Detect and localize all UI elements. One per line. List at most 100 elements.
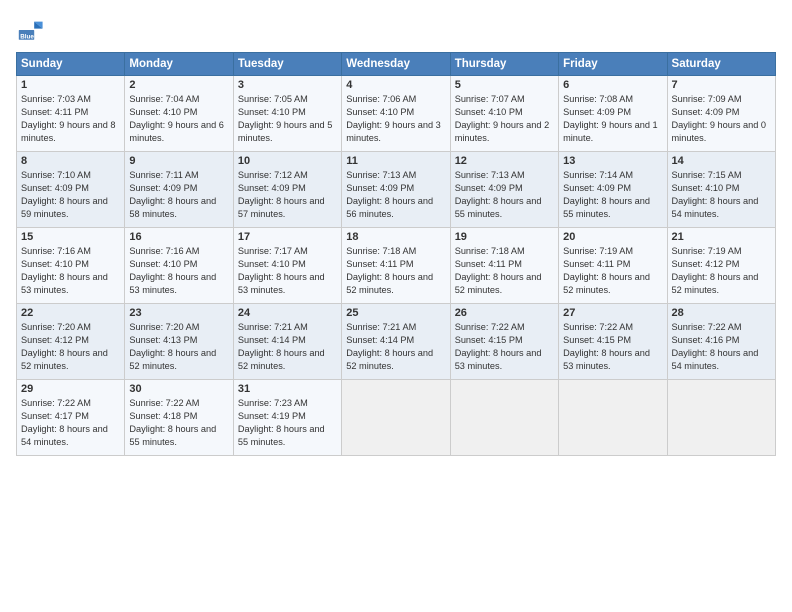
- calendar-cell: 30Sunrise: 7:22 AMSunset: 4:18 PMDayligh…: [125, 380, 233, 456]
- day-number: 19: [455, 231, 554, 243]
- calendar-cell: 13 Sunrise: 7:14 AMSunset: 4:09 PMDayligh…: [559, 152, 667, 228]
- calendar-cell: 15 Sunrise: 7:16 AMSunset: 4:10 PMDayligh…: [17, 228, 125, 304]
- calendar-cell: 4 Sunrise: 7:06 AMSunset: 4:10 PMDaylight…: [342, 76, 450, 152]
- col-header-wednesday: Wednesday: [342, 53, 450, 76]
- cell-content: Sunrise: 7:04 AMSunset: 4:10 PMDaylight:…: [129, 94, 224, 143]
- calendar-cell: 2 Sunrise: 7:04 AMSunset: 4:10 PMDaylight…: [125, 76, 233, 152]
- cell-content: Sunrise: 7:06 AMSunset: 4:10 PMDaylight:…: [346, 94, 441, 143]
- cell-content: Sunrise: 7:22 AMSunset: 4:16 PMDaylight:…: [672, 322, 759, 371]
- calendar-table: SundayMondayTuesdayWednesdayThursdayFrid…: [16, 52, 776, 456]
- cell-content: Sunrise: 7:18 AMSunset: 4:11 PMDaylight:…: [455, 246, 542, 295]
- calendar-cell: 17 Sunrise: 7:17 AMSunset: 4:10 PMDayligh…: [233, 228, 341, 304]
- calendar-cell: 31 Sunrise: 7:23 AMSunset: 4:19 PMDayligh…: [233, 380, 341, 456]
- week-row-3: 15 Sunrise: 7:16 AMSunset: 4:10 PMDayligh…: [17, 228, 776, 304]
- calendar-cell: 25 Sunrise: 7:21 AMSunset: 4:14 PMDayligh…: [342, 304, 450, 380]
- day-number: 13: [563, 155, 662, 167]
- calendar-cell: 5 Sunrise: 7:07 AMSunset: 4:10 PMDaylight…: [450, 76, 558, 152]
- day-number: 8: [21, 155, 120, 167]
- calendar-cell: 9 Sunrise: 7:11 AMSunset: 4:09 PMDaylight…: [125, 152, 233, 228]
- calendar-cell: 29 Sunrise: 7:22 AMSunset: 4:17 PMDayligh…: [17, 380, 125, 456]
- day-number: 27: [563, 307, 662, 319]
- logo: Blue: [16, 16, 48, 44]
- day-number: 14: [672, 155, 771, 167]
- day-number: 7: [672, 79, 771, 91]
- cell-content: Sunrise: 7:22 AMSunset: 4:15 PMDaylight:…: [455, 322, 542, 371]
- day-number: 10: [238, 155, 337, 167]
- day-number: 15: [21, 231, 120, 243]
- day-number: 20: [563, 231, 662, 243]
- day-number: 26: [455, 307, 554, 319]
- day-number: 21: [672, 231, 771, 243]
- day-number: 17: [238, 231, 337, 243]
- logo-icon: Blue: [16, 16, 44, 44]
- day-number: 2: [129, 79, 228, 91]
- calendar-cell: 20 Sunrise: 7:19 AMSunset: 4:11 PMDayligh…: [559, 228, 667, 304]
- day-number: 18: [346, 231, 445, 243]
- col-header-tuesday: Tuesday: [233, 53, 341, 76]
- cell-content: Sunrise: 7:18 AMSunset: 4:11 PMDaylight:…: [346, 246, 433, 295]
- day-number: 31: [238, 383, 337, 395]
- week-row-5: 29 Sunrise: 7:22 AMSunset: 4:17 PMDayligh…: [17, 380, 776, 456]
- calendar-cell: 28 Sunrise: 7:22 AMSunset: 4:16 PMDayligh…: [667, 304, 775, 380]
- day-number: 28: [672, 307, 771, 319]
- calendar-cell: 21 Sunrise: 7:19 AMSunset: 4:12 PMDayligh…: [667, 228, 775, 304]
- calendar-cell: 12Sunrise: 7:13 AMSunset: 4:09 PMDayligh…: [450, 152, 558, 228]
- col-header-thursday: Thursday: [450, 53, 558, 76]
- calendar-cell: 6Sunrise: 7:08 AMSunset: 4:09 PMDaylight…: [559, 76, 667, 152]
- calendar-cell: 19 Sunrise: 7:18 AMSunset: 4:11 PMDayligh…: [450, 228, 558, 304]
- cell-content: Sunrise: 7:21 AMSunset: 4:14 PMDaylight:…: [346, 322, 433, 371]
- calendar-cell: 8Sunrise: 7:10 AMSunset: 4:09 PMDaylight…: [17, 152, 125, 228]
- cell-content: Sunrise: 7:13 AMSunset: 4:09 PMDaylight:…: [455, 170, 542, 219]
- cell-content: Sunrise: 7:14 AMSunset: 4:09 PMDaylight:…: [563, 170, 650, 219]
- cell-content: Sunrise: 7:22 AMSunset: 4:17 PMDaylight:…: [21, 398, 108, 447]
- cell-content: Sunrise: 7:20 AMSunset: 4:12 PMDaylight:…: [21, 322, 108, 371]
- day-number: 24: [238, 307, 337, 319]
- day-number: 23: [129, 307, 228, 319]
- calendar-cell: 3Sunrise: 7:05 AMSunset: 4:10 PMDaylight…: [233, 76, 341, 152]
- cell-content: Sunrise: 7:03 AMSunset: 4:11 PMDaylight:…: [21, 94, 116, 143]
- calendar-cell: [450, 380, 558, 456]
- col-header-saturday: Saturday: [667, 53, 775, 76]
- calendar-cell: [559, 380, 667, 456]
- calendar-cell: [667, 380, 775, 456]
- header-row: SundayMondayTuesdayWednesdayThursdayFrid…: [17, 53, 776, 76]
- cell-content: Sunrise: 7:22 AMSunset: 4:15 PMDaylight:…: [563, 322, 650, 371]
- calendar-cell: 1 Sunrise: 7:03 AMSunset: 4:11 PMDaylight…: [17, 76, 125, 152]
- cell-content: Sunrise: 7:07 AMSunset: 4:10 PMDaylight:…: [455, 94, 550, 143]
- calendar-cell: 10Sunrise: 7:12 AMSunset: 4:09 PMDayligh…: [233, 152, 341, 228]
- cell-content: Sunrise: 7:16 AMSunset: 4:10 PMDaylight:…: [129, 246, 216, 295]
- col-header-friday: Friday: [559, 53, 667, 76]
- cell-content: Sunrise: 7:20 AMSunset: 4:13 PMDaylight:…: [129, 322, 216, 371]
- day-number: 5: [455, 79, 554, 91]
- calendar-cell: 16Sunrise: 7:16 AMSunset: 4:10 PMDayligh…: [125, 228, 233, 304]
- calendar-cell: 7 Sunrise: 7:09 AMSunset: 4:09 PMDaylight…: [667, 76, 775, 152]
- calendar-cell: 27 Sunrise: 7:22 AMSunset: 4:15 PMDayligh…: [559, 304, 667, 380]
- cell-content: Sunrise: 7:16 AMSunset: 4:10 PMDaylight:…: [21, 246, 108, 295]
- week-row-2: 8Sunrise: 7:10 AMSunset: 4:09 PMDaylight…: [17, 152, 776, 228]
- cell-content: Sunrise: 7:23 AMSunset: 4:19 PMDaylight:…: [238, 398, 325, 447]
- cell-content: Sunrise: 7:08 AMSunset: 4:09 PMDaylight:…: [563, 94, 658, 143]
- cell-content: Sunrise: 7:09 AMSunset: 4:09 PMDaylight:…: [672, 94, 767, 143]
- cell-content: Sunrise: 7:13 AMSunset: 4:09 PMDaylight:…: [346, 170, 433, 219]
- day-number: 11: [346, 155, 445, 167]
- day-number: 4: [346, 79, 445, 91]
- week-row-4: 22 Sunrise: 7:20 AMSunset: 4:12 PMDayligh…: [17, 304, 776, 380]
- day-number: 9: [129, 155, 228, 167]
- day-number: 22: [21, 307, 120, 319]
- cell-content: Sunrise: 7:19 AMSunset: 4:11 PMDaylight:…: [563, 246, 650, 295]
- calendar-cell: 26 Sunrise: 7:22 AMSunset: 4:15 PMDayligh…: [450, 304, 558, 380]
- cell-content: Sunrise: 7:17 AMSunset: 4:10 PMDaylight:…: [238, 246, 325, 295]
- day-number: 29: [21, 383, 120, 395]
- calendar-cell: 23 Sunrise: 7:20 AMSunset: 4:13 PMDayligh…: [125, 304, 233, 380]
- day-number: 1: [21, 79, 120, 91]
- calendar-cell: [342, 380, 450, 456]
- week-row-1: 1 Sunrise: 7:03 AMSunset: 4:11 PMDaylight…: [17, 76, 776, 152]
- cell-content: Sunrise: 7:11 AMSunset: 4:09 PMDaylight:…: [129, 170, 216, 219]
- cell-content: Sunrise: 7:19 AMSunset: 4:12 PMDaylight:…: [672, 246, 759, 295]
- calendar-page: Blue SundayMondayTuesdayWednesdayThursda…: [0, 0, 792, 466]
- col-header-sunday: Sunday: [17, 53, 125, 76]
- calendar-cell: 18 Sunrise: 7:18 AMSunset: 4:11 PMDayligh…: [342, 228, 450, 304]
- calendar-cell: 11 Sunrise: 7:13 AMSunset: 4:09 PMDayligh…: [342, 152, 450, 228]
- day-number: 25: [346, 307, 445, 319]
- header: Blue: [16, 16, 776, 44]
